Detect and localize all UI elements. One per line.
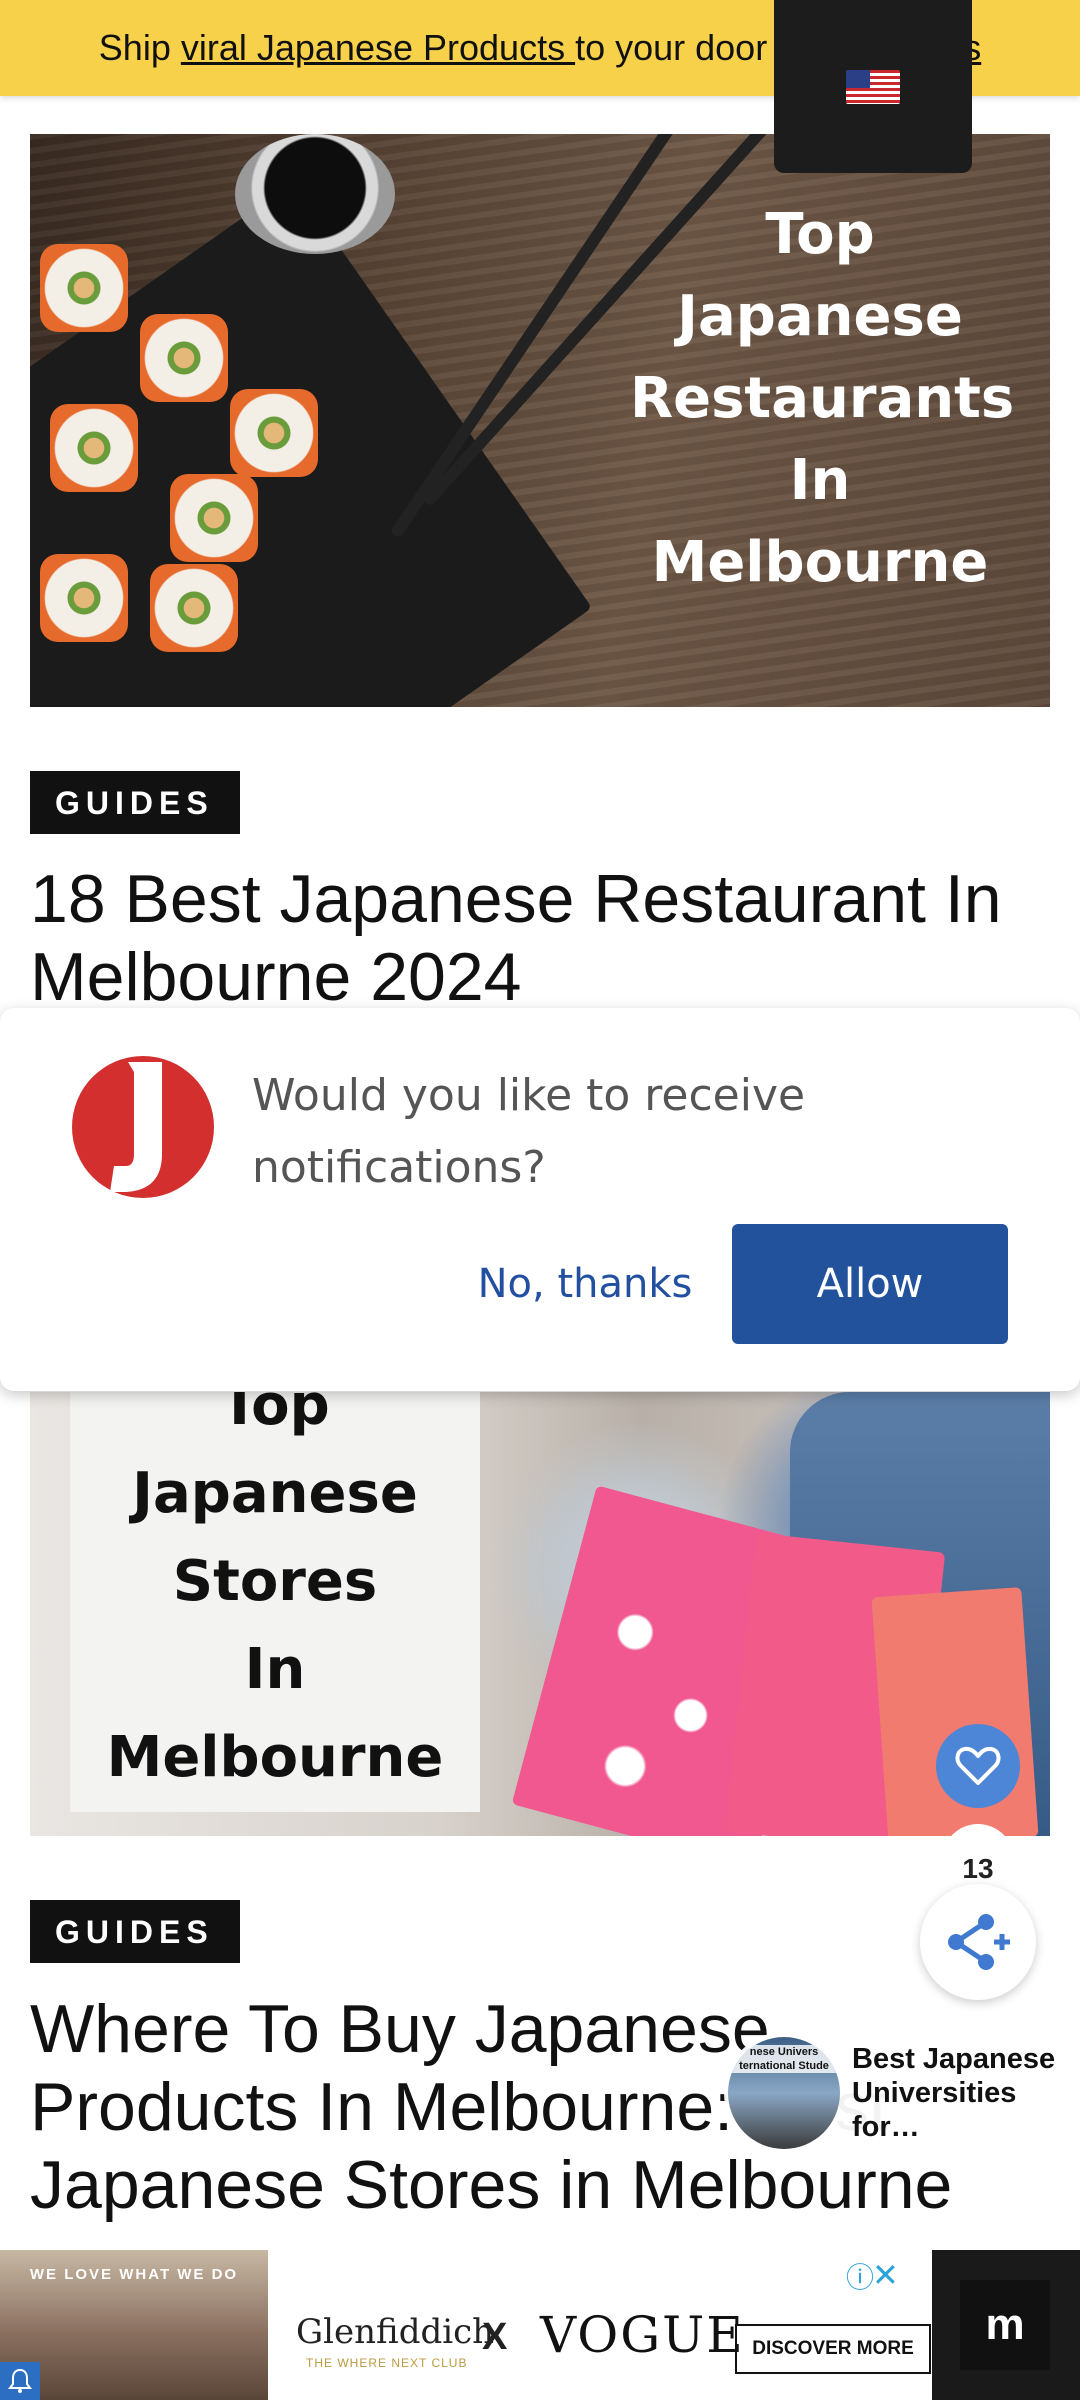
ad-close-icon[interactable]: ✕ (872, 2256, 899, 2294)
ad-publisher-logo-icon: m (960, 2280, 1050, 2370)
language-selector[interactable] (774, 0, 972, 173)
promo-suffix: to your door (575, 27, 768, 68)
soy-bowl (235, 134, 395, 254)
notification-prompt: Would you like to receive notifications?… (0, 1008, 1080, 1391)
promo-prefix: Ship (98, 27, 181, 68)
ad-partner: VOGUE (540, 2306, 745, 2364)
decline-notifications-button[interactable]: No, thanks (470, 1224, 700, 1344)
allow-notifications-button[interactable]: Allow (732, 1224, 1008, 1344)
image-overlay-title: Top Japanese Restaurants In Melbourne (630, 202, 1015, 595)
bell-icon[interactable] (0, 2362, 40, 2400)
us-flag-icon (846, 69, 900, 104)
recommended-article[interactable]: nese Univers ternational Stude Best Japa… (724, 2032, 1080, 2154)
recommended-thumbnail: nese Univers ternational Stude (728, 2037, 840, 2149)
article-image-restaurants[interactable]: Top Japanese Restaurants In Melbourne (30, 134, 1050, 707)
ad-photo: WE LOVE WHAT WE DO (0, 2250, 268, 2400)
category-badge[interactable]: GUIDES (30, 1900, 240, 1963)
category-badge[interactable]: GUIDES (30, 771, 240, 834)
notification-message: Would you like to receive notifications? (252, 1070, 806, 1193)
share-plus-icon (948, 1914, 1010, 1970)
promo-link[interactable]: viral Japanese Products (181, 27, 575, 69)
share-button[interactable] (920, 1884, 1036, 2000)
heart-icon (955, 1746, 1001, 1785)
favorite-button[interactable] (936, 1724, 1020, 1808)
ad-brand: Glenfiddich. (296, 2312, 505, 2352)
image-overlay-title: Top Japanese Stores In Melbourne (106, 1392, 444, 1790)
article-image-stores[interactable]: Top Japanese Stores In Melbourne (30, 1392, 1050, 1836)
ad-cta-button[interactable]: DISCOVER MORE (735, 2324, 931, 2374)
article-title[interactable]: 18 Best Japanese Restaurant In Melbourne… (30, 860, 1050, 1016)
site-logo-icon (72, 1056, 214, 1198)
recommended-title: Best Japanese Universities for… (852, 2043, 1056, 2143)
ad-banner[interactable]: WE LOVE WHAT WE DO Glenfiddich. THE WHER… (0, 2250, 1080, 2400)
ad-brand-sub: THE WHERE NEXT CLUB (306, 2356, 468, 2370)
ad-collab-x: X (482, 2316, 508, 2358)
ad-info-icon[interactable]: ⓘ (846, 2256, 874, 2296)
